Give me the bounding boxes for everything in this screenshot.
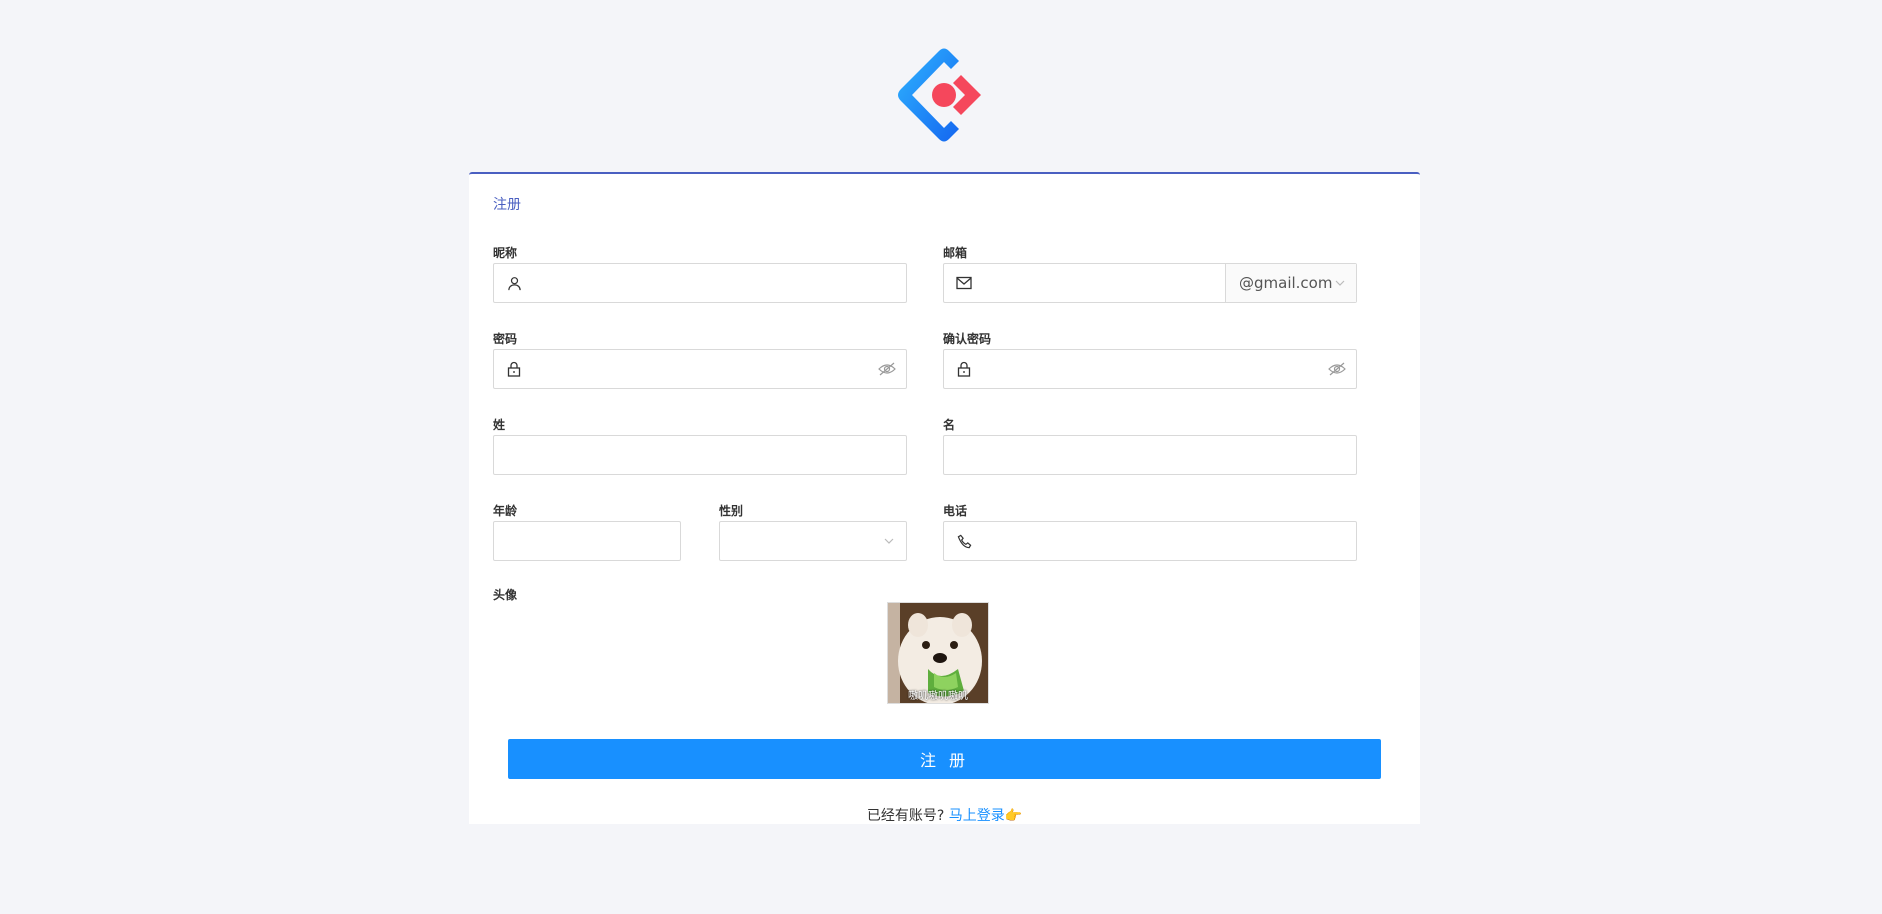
confirm-password-input[interactable] bbox=[972, 350, 1328, 388]
age-field[interactable] bbox=[493, 521, 684, 561]
password-field[interactable] bbox=[493, 349, 907, 389]
lock-icon bbox=[506, 361, 522, 377]
email-field[interactable]: @gmail.com bbox=[943, 263, 1357, 303]
last-name-field[interactable] bbox=[493, 435, 907, 475]
eye-invisible-icon[interactable] bbox=[1328, 360, 1346, 378]
app-logo bbox=[898, 48, 981, 142]
email-domain-select[interactable]: @gmail.com bbox=[1225, 264, 1356, 302]
user-icon bbox=[506, 275, 522, 291]
chevron-down-icon bbox=[884, 538, 894, 544]
confirm-password-field[interactable] bbox=[943, 349, 1357, 389]
age-input[interactable] bbox=[494, 522, 684, 560]
email-input[interactable] bbox=[972, 264, 1225, 302]
nickname-label: 昵称 bbox=[493, 246, 518, 260]
login-prompt: 已经有账号? 马上登录👉 bbox=[469, 805, 1420, 825]
register-card: 注册 昵称 邮箱 @gmail.com 密码 确认密码 姓 名 年龄 性别 电话… bbox=[469, 172, 1420, 824]
login-prompt-text: 已经有账号? bbox=[866, 808, 945, 824]
last-name-input[interactable] bbox=[494, 436, 906, 474]
first-name-label: 名 bbox=[943, 418, 956, 432]
phone-icon bbox=[956, 533, 972, 549]
chevron-down-icon bbox=[1335, 280, 1345, 286]
avatar-label: 头像 bbox=[493, 588, 518, 602]
gender-label: 性别 bbox=[719, 504, 744, 518]
lock-icon bbox=[956, 361, 972, 377]
password-input[interactable] bbox=[522, 350, 878, 388]
mail-icon bbox=[956, 275, 972, 291]
gender-select[interactable] bbox=[719, 521, 907, 561]
avatar-image[interactable]: 嗷叽嗷叽嗷叽 bbox=[887, 602, 989, 704]
email-label: 邮箱 bbox=[943, 246, 968, 260]
first-name-input[interactable] bbox=[944, 436, 1356, 474]
email-domain-value: @gmail.com bbox=[1239, 274, 1333, 292]
last-name-label: 姓 bbox=[493, 418, 506, 432]
password-label: 密码 bbox=[493, 332, 518, 346]
avatar-caption: 嗷叽嗷叽嗷叽 bbox=[908, 691, 968, 702]
age-label: 年龄 bbox=[493, 504, 518, 518]
confirm-password-label: 确认密码 bbox=[943, 332, 992, 346]
register-button[interactable]: 注 册 bbox=[508, 739, 1381, 779]
phone-field[interactable] bbox=[943, 521, 1357, 561]
nickname-field[interactable] bbox=[493, 263, 907, 303]
first-name-field[interactable] bbox=[943, 435, 1357, 475]
nickname-input[interactable] bbox=[522, 264, 906, 302]
phone-label: 电话 bbox=[943, 504, 968, 518]
pointing-hand-icon: 👉 bbox=[1004, 808, 1023, 824]
eye-invisible-icon[interactable] bbox=[878, 360, 896, 378]
login-link[interactable]: 马上登录 bbox=[949, 808, 1005, 824]
card-title: 注册 bbox=[493, 197, 521, 213]
phone-input[interactable] bbox=[972, 522, 1356, 560]
